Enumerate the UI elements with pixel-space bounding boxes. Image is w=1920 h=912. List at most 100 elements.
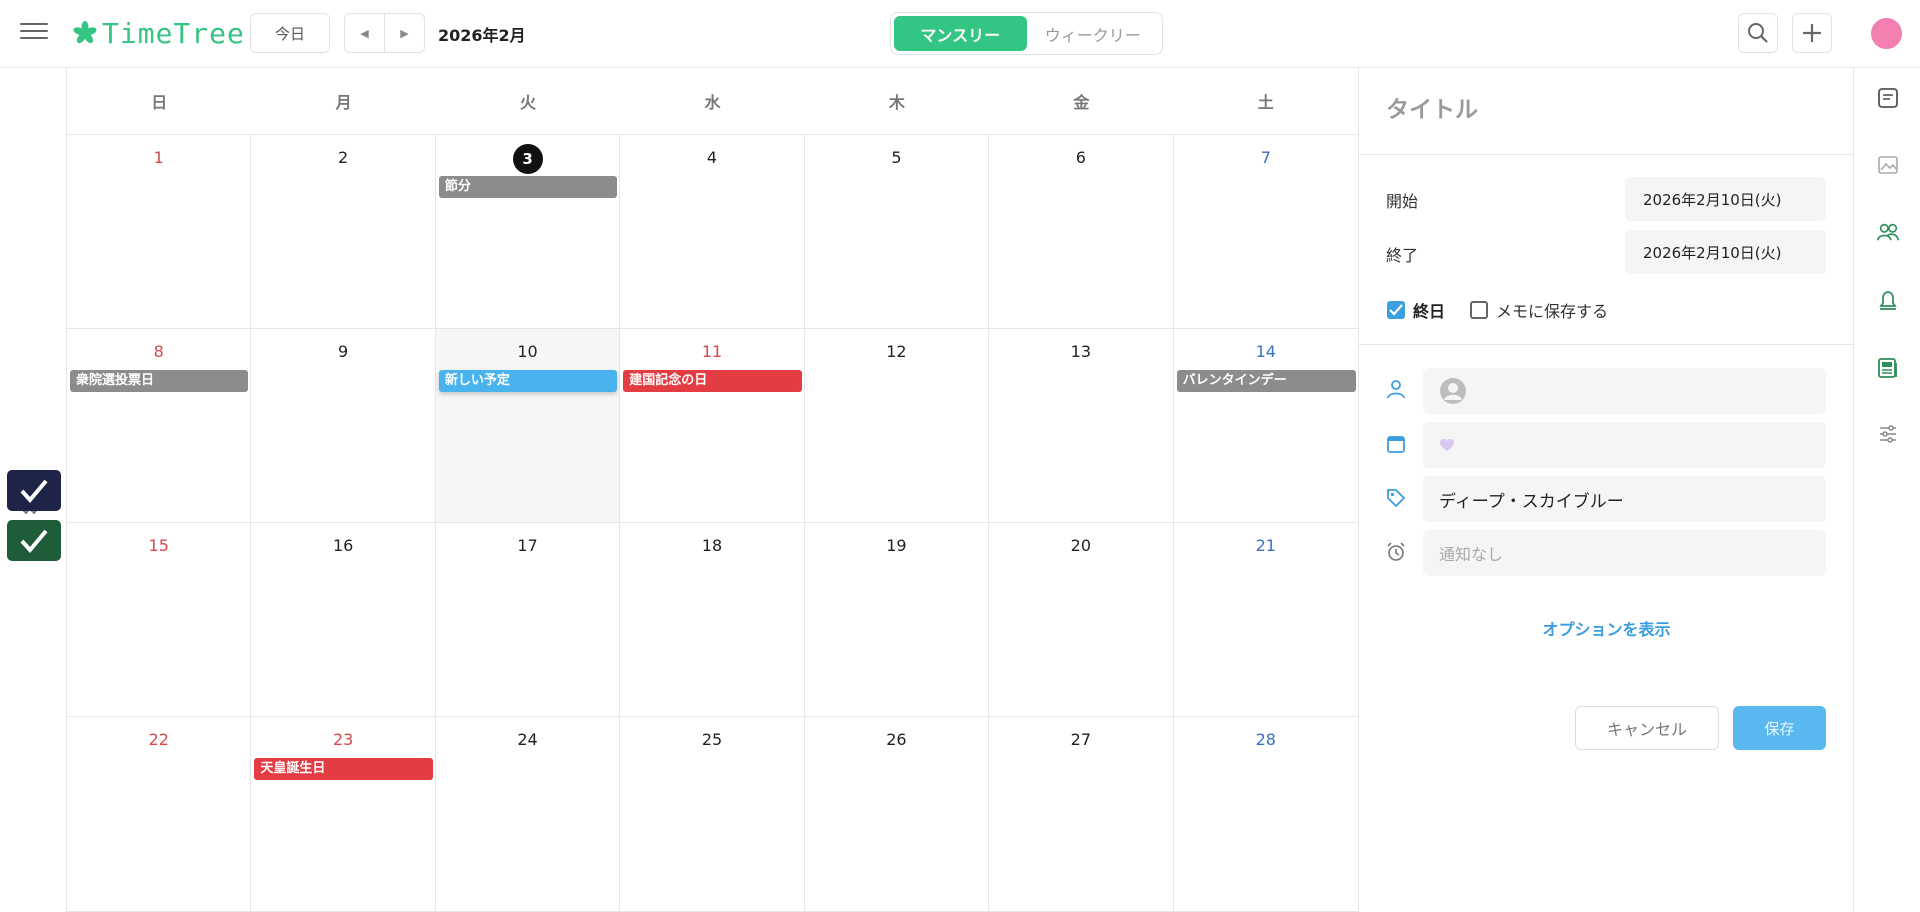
day-cell[interactable]: 6 <box>989 135 1174 329</box>
weekday-label: 水 <box>704 93 721 112</box>
event-chip[interactable]: 天皇誕生日 <box>254 758 433 780</box>
calendar-thumbnail-1[interactable] <box>7 470 61 511</box>
memo-icon[interactable] <box>1876 86 1900 110</box>
show-options-link[interactable]: オプションを表示 <box>1359 616 1854 640</box>
start-date-field[interactable]: 2026年2月10日(火) <box>1625 177 1826 221</box>
day-cell[interactable]: 16 <box>251 523 436 717</box>
day-cell[interactable]: 5 <box>804 135 990 329</box>
day-cell[interactable]: 23 天皇誕生日 <box>251 717 436 912</box>
hamburger-menu-icon[interactable] <box>20 21 48 41</box>
prev-month-icon[interactable]: ◀ <box>345 14 385 52</box>
date-number: 2 <box>251 144 434 172</box>
allday-checkbox[interactable]: 終日 <box>1387 298 1445 322</box>
date-number: 4 <box>620 144 803 172</box>
day-cell[interactable]: 27 <box>989 717 1174 912</box>
left-rail <box>0 68 67 912</box>
day-cell[interactable]: 12 <box>804 329 990 523</box>
day-cell[interactable]: 15 <box>67 523 252 717</box>
calendar-thumbnail-2[interactable] <box>7 520 61 561</box>
event-chip[interactable]: 衆院選投票日 <box>70 370 249 392</box>
date-number: 21 <box>1174 532 1358 560</box>
day-cell[interactable]: 4 <box>620 135 805 329</box>
day-cell[interactable]: 2 <box>251 135 436 329</box>
day-cell[interactable]: 26 <box>804 717 990 912</box>
day-cell[interactable]: 14 バレンタインデー <box>1173 329 1358 523</box>
day-cell[interactable]: 7 <box>1173 135 1358 329</box>
news-icon[interactable] <box>1876 356 1900 380</box>
checkbox-empty-icon <box>1470 301 1488 319</box>
date-number-text: 20 <box>1070 536 1092 555</box>
settings-sliders-icon[interactable] <box>1876 422 1900 446</box>
today-button[interactable]: 今日 <box>250 13 330 53</box>
participants-field[interactable] <box>1423 368 1826 414</box>
day-cell[interactable]: 8 衆院選投票日 <box>67 329 252 523</box>
album-icon[interactable] <box>1876 153 1900 177</box>
date-number: 18 <box>620 532 803 560</box>
date-number-text: 9 <box>338 342 349 361</box>
label-color-field[interactable]: ディープ・スカイブルー <box>1423 476 1826 522</box>
cancel-button[interactable]: キャンセル <box>1575 706 1719 750</box>
date-number: 27 <box>989 726 1172 754</box>
weekday-label: 月 <box>335 93 352 112</box>
members-icon[interactable] <box>1876 220 1900 244</box>
event-chip[interactable]: 節分 <box>438 176 618 198</box>
allday-label: 終日 <box>1413 302 1446 321</box>
day-cell[interactable]: 18 <box>620 523 805 717</box>
end-date-field[interactable]: 2026年2月10日(火) <box>1625 230 1826 274</box>
day-cell[interactable]: 9 <box>251 329 436 523</box>
day-cell[interactable]: 11 建国記念の日 <box>620 329 805 523</box>
calendar-select-field[interactable] <box>1423 422 1826 468</box>
day-cell[interactable]: 17 <box>435 523 621 717</box>
day-cell[interactable]: 20 <box>989 523 1174 717</box>
check-icon <box>20 479 48 503</box>
add-event-button[interactable] <box>1792 13 1832 53</box>
heart-icon <box>1440 438 1454 451</box>
search-button[interactable] <box>1738 13 1778 53</box>
notification-bell-icon[interactable] <box>1876 288 1900 312</box>
weekday-label: 土 <box>1257 93 1274 112</box>
notification-field[interactable]: 通知なし <box>1423 530 1826 576</box>
day-cell[interactable]: 1 <box>67 135 252 329</box>
tab-weekly[interactable]: ウィークリー <box>1027 16 1160 51</box>
event-chip[interactable]: 新しい予定 <box>438 370 618 392</box>
day-cell[interactable]: 19 <box>804 523 990 717</box>
date-number: 25 <box>620 726 803 754</box>
date-number-text: 21 <box>1255 536 1276 555</box>
save-to-memo-checkbox[interactable]: メモに保存する <box>1470 298 1608 322</box>
logo[interactable]: TimeTree <box>72 16 245 50</box>
event-chip[interactable]: 建国記念の日 <box>623 370 802 392</box>
date-number-text: 26 <box>886 730 907 749</box>
day-cell[interactable]: 25 <box>620 717 805 912</box>
event-chip[interactable]: バレンタインデー <box>1176 370 1356 392</box>
user-avatar[interactable] <box>1871 18 1902 49</box>
date-number: 11 <box>620 338 803 366</box>
top-bar: TimeTree 今日 ◀ ▶ 2026年2月 マンスリー ウィークリー <box>0 0 1920 68</box>
date-number-text: 22 <box>148 730 169 749</box>
calendar-grid: 1 2 3 節分 4 5 6 7 8 衆院選投票日 9 10 新しい予定 11 建国記念の日 12 13 14 バレ… <box>67 135 1358 912</box>
view-toggle: マンスリー ウィークリー <box>890 12 1163 55</box>
date-number-text: 15 <box>148 536 169 555</box>
day-cell[interactable]: 28 <box>1173 717 1358 912</box>
weekday-header: 日月火水木金土 <box>67 68 1358 135</box>
date-number-text: 23 <box>332 730 354 749</box>
day-cell[interactable]: 22 <box>67 717 252 912</box>
date-number: 14 <box>1174 338 1358 366</box>
date-number-text: 6 <box>1075 148 1086 167</box>
date-number-text: 7 <box>1260 148 1271 167</box>
date-number-text: 3 <box>512 144 543 174</box>
date-number-text: 17 <box>517 536 538 555</box>
checkbox-checked-icon <box>1387 301 1405 319</box>
day-cell[interactable]: 21 <box>1173 523 1358 717</box>
date-number: 12 <box>805 338 988 366</box>
next-month-icon[interactable]: ▶ <box>385 14 424 52</box>
day-cell[interactable]: 3 節分 <box>435 135 621 329</box>
tab-monthly[interactable]: マンスリー <box>894 16 1027 51</box>
divider <box>1359 344 1854 345</box>
day-cell[interactable]: 13 <box>989 329 1174 523</box>
save-button[interactable]: 保存 <box>1733 706 1826 750</box>
date-number-text: 18 <box>701 536 723 555</box>
title-input[interactable]: タイトル <box>1386 90 1478 124</box>
day-cell[interactable]: 24 <box>435 717 621 912</box>
day-cell[interactable]: 10 新しい予定 <box>435 329 621 523</box>
date-number: 15 <box>67 532 250 560</box>
